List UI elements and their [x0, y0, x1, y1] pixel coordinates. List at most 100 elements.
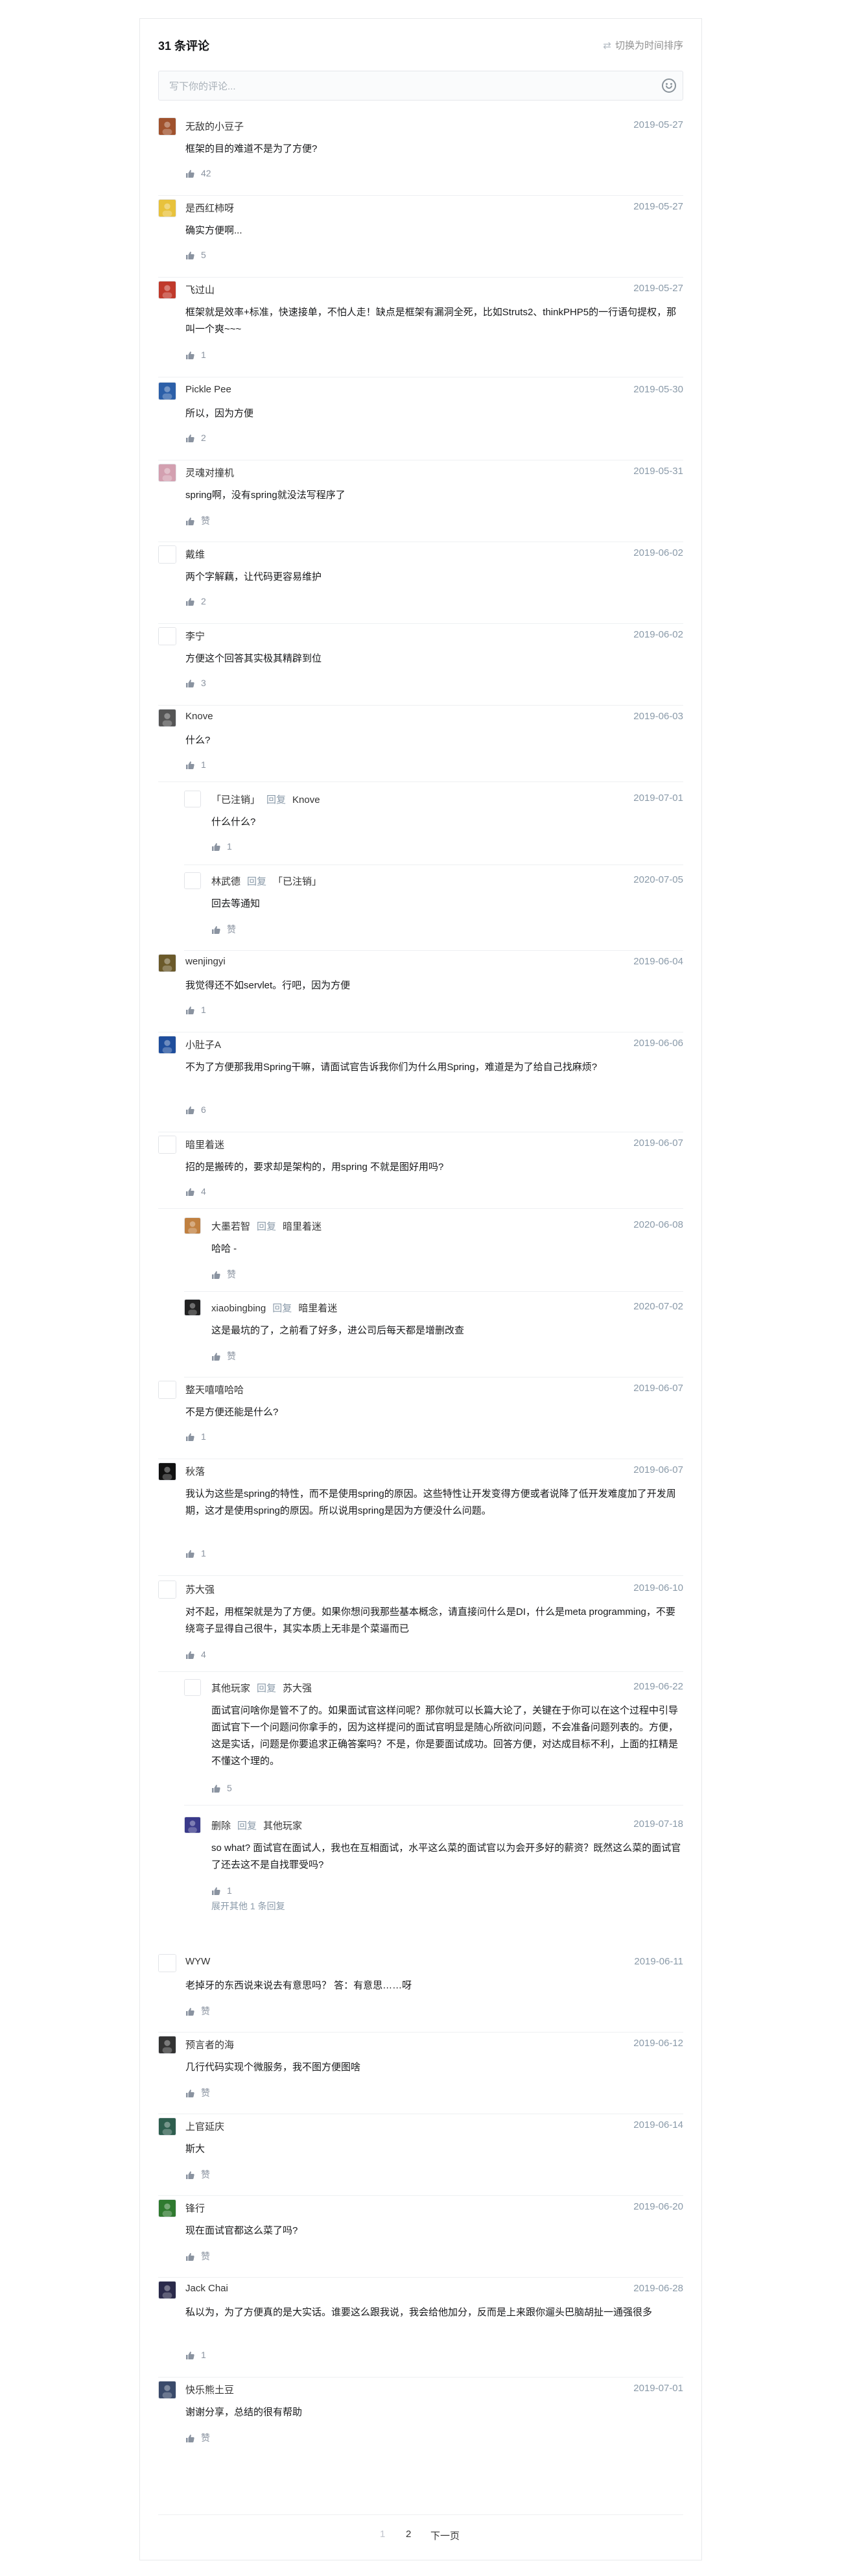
- comment-author[interactable]: 苏大强: [185, 1584, 215, 1595]
- like-count: 2: [201, 596, 206, 606]
- like-button[interactable]: 赞: [211, 1350, 236, 1363]
- like-button[interactable]: 赞: [211, 1268, 236, 1281]
- avatar[interactable]: [158, 954, 176, 972]
- like-button[interactable]: 4: [185, 1649, 206, 1660]
- avatar[interactable]: [158, 1036, 176, 1054]
- avatar[interactable]: [184, 791, 201, 807]
- reply-target[interactable]: 其他玩家: [263, 1820, 302, 1831]
- like-count: 赞: [201, 516, 210, 526]
- comment-author[interactable]: 大墨若智: [211, 1221, 250, 1232]
- avatar[interactable]: [184, 1817, 201, 1833]
- avatar[interactable]: [158, 464, 176, 482]
- avatar[interactable]: [158, 1381, 176, 1399]
- comment-author[interactable]: 林武德: [211, 876, 240, 887]
- comment-author[interactable]: Jack Chai: [185, 2283, 228, 2294]
- thumb-up-icon: [186, 2008, 194, 2016]
- comment-author[interactable]: 无敌的小豆子: [185, 121, 244, 132]
- sort-toggle-button[interactable]: ⇄ 切换为时间排序: [603, 38, 683, 52]
- comment-author[interactable]: 灵魂对撞机: [185, 468, 234, 479]
- comment-author[interactable]: Pickle Pee: [185, 384, 231, 395]
- avatar[interactable]: [158, 2381, 176, 2399]
- comment-author[interactable]: Knove: [185, 711, 213, 722]
- like-button[interactable]: 赞: [185, 2005, 210, 2018]
- avatar[interactable]: [158, 2117, 176, 2136]
- avatar[interactable]: [158, 709, 176, 727]
- like-button[interactable]: 1: [185, 350, 206, 360]
- comment-author[interactable]: 快乐熊土豆: [185, 2385, 234, 2396]
- like-button[interactable]: 1: [185, 759, 206, 770]
- like-button[interactable]: 赞: [185, 2086, 210, 2099]
- like-button[interactable]: 赞: [185, 514, 210, 527]
- comment-author[interactable]: 预言者的海: [185, 2040, 234, 2051]
- like-button[interactable]: 42: [185, 168, 211, 178]
- avatar[interactable]: [184, 1299, 201, 1316]
- like-button[interactable]: 1: [185, 2350, 206, 2360]
- reply-target[interactable]: 苏大强: [283, 1683, 312, 1694]
- avatar[interactable]: [158, 1136, 176, 1154]
- comment-author[interactable]: 李宁: [185, 631, 205, 642]
- reply-target[interactable]: 「已注销」: [273, 876, 322, 887]
- avatar[interactable]: [158, 627, 176, 645]
- like-button[interactable]: 赞: [185, 2168, 210, 2181]
- like-button[interactable]: 2: [185, 433, 206, 443]
- like-button[interactable]: 1: [185, 1005, 206, 1015]
- divider: [184, 1805, 683, 1806]
- reply-target[interactable]: 暗里着迷: [283, 1221, 322, 1232]
- avatar[interactable]: [158, 2199, 176, 2217]
- smile-icon[interactable]: [662, 78, 676, 93]
- avatar[interactable]: [158, 2036, 176, 2054]
- page-2-current[interactable]: 2: [406, 2529, 411, 2540]
- comment-input[interactable]: [168, 77, 624, 95]
- like-button[interactable]: 5: [211, 1783, 232, 1793]
- avatar[interactable]: [158, 1954, 176, 1972]
- avatar[interactable]: [158, 199, 176, 217]
- avatar[interactable]: [158, 281, 176, 299]
- avatar[interactable]: [184, 1217, 201, 1234]
- thumb-up-icon: [186, 1433, 194, 1441]
- like-button[interactable]: 6: [185, 1104, 206, 1115]
- reply-target[interactable]: Knove: [292, 794, 320, 805]
- comment-text: 框架就是效率+标准，快速接单，不怕人走！缺点是框架有漏洞全死，比如Struts2…: [185, 307, 677, 335]
- like-button[interactable]: 1: [211, 841, 232, 852]
- comment-author[interactable]: 锋行: [185, 2203, 205, 2214]
- comment-author[interactable]: 秋落: [185, 1466, 205, 1477]
- like-button[interactable]: 5: [185, 250, 206, 260]
- like-button[interactable]: 1: [211, 1885, 232, 1896]
- reply-target[interactable]: 暗里着迷: [298, 1303, 337, 1314]
- like-button[interactable]: 赞: [211, 923, 236, 936]
- page-1-link[interactable]: 1: [380, 2529, 385, 2540]
- comment-author[interactable]: wenjingyi: [185, 956, 226, 967]
- avatar[interactable]: [158, 1580, 176, 1599]
- comment-text: 回去等通知: [211, 898, 261, 909]
- expand-replies-link[interactable]: 展开其他 1 条回复: [211, 1900, 285, 1913]
- comment-date: 2019-06-20: [633, 2201, 683, 2212]
- avatar[interactable]: [158, 545, 176, 564]
- like-button[interactable]: 2: [185, 596, 206, 606]
- comment-author[interactable]: 「已注销」: [211, 794, 260, 805]
- comment-author[interactable]: 暗里着迷: [185, 1139, 224, 1151]
- like-button[interactable]: 4: [185, 1186, 206, 1197]
- avatar[interactable]: [184, 1679, 201, 1696]
- comment-author[interactable]: 戴维: [185, 549, 205, 560]
- comment-author[interactable]: 删除: [211, 1820, 231, 1831]
- avatar[interactable]: [158, 2281, 176, 2299]
- comment-author[interactable]: 其他玩家: [211, 1683, 250, 1694]
- comment-author[interactable]: 上官延庆: [185, 2121, 224, 2132]
- comment-author[interactable]: 整天嘻嘻哈哈: [185, 1385, 244, 1396]
- comment-author[interactable]: 小肚子A: [185, 1040, 221, 1051]
- next-page-link[interactable]: 下一页: [430, 2529, 460, 2542]
- divider: [158, 1671, 683, 1672]
- comment-author[interactable]: xiaobingbing: [211, 1303, 266, 1314]
- comment-author[interactable]: 是西红柿呀: [185, 203, 234, 214]
- like-button[interactable]: 1: [185, 1431, 206, 1442]
- avatar[interactable]: [158, 1462, 176, 1481]
- avatar[interactable]: [184, 872, 201, 889]
- like-button[interactable]: 赞: [185, 2250, 210, 2263]
- avatar[interactable]: [158, 382, 176, 400]
- comment-author[interactable]: WYW: [185, 1956, 210, 1967]
- comment-author[interactable]: 飞过山: [185, 285, 215, 296]
- avatar[interactable]: [158, 117, 176, 136]
- like-button[interactable]: 3: [185, 678, 206, 688]
- like-button[interactable]: 1: [185, 1548, 206, 1558]
- like-button[interactable]: 赞: [185, 2431, 210, 2444]
